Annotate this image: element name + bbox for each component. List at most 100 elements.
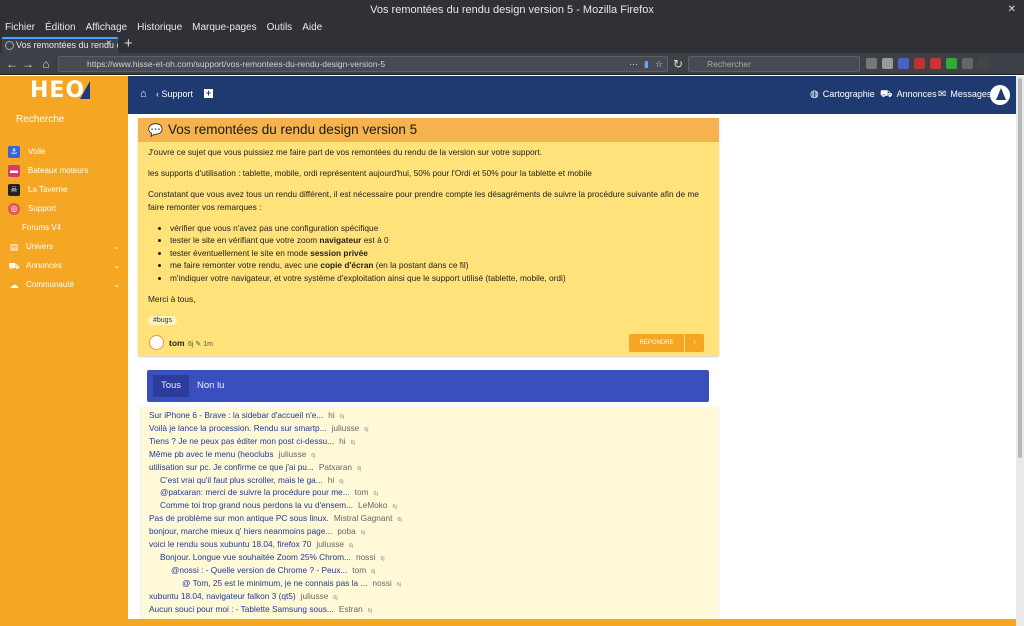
tab-unread[interactable]: Non lu	[197, 380, 224, 391]
list-item[interactable]: C'est vrai qu'il faut plus scroller, mai…	[160, 474, 343, 487]
list-item[interactable]: @patxaran: merci de suivre la procédure …	[160, 486, 378, 499]
reply-time: 6j	[380, 555, 385, 562]
scrollbar-thumb[interactable]	[1018, 78, 1022, 458]
extension-icon[interactable]	[946, 58, 957, 69]
menu-edition[interactable]: Édition	[45, 20, 76, 36]
extension-icon[interactable]	[914, 58, 925, 69]
sidebar-item-univers[interactable]: ▤ Univers ⌄	[8, 239, 126, 255]
list-item[interactable]: Pas de problème sur mon antique PC sous …	[149, 512, 402, 525]
univers-icon: ▤	[9, 242, 19, 252]
back-icon[interactable]: ←	[4, 56, 20, 72]
sidebar-item-la-taverne[interactable]: ☠ La Taverne	[8, 182, 126, 198]
extension-icon[interactable]	[978, 58, 989, 69]
reply-title: xubuntu 18.04, navigateur falkon 3 (qt5)	[149, 590, 296, 601]
reply-options-button[interactable]: ›	[685, 334, 704, 352]
forward-icon[interactable]: →	[20, 56, 36, 72]
avatar[interactable]	[149, 335, 164, 350]
sidebar-item-label: Annonces	[26, 261, 62, 270]
reply-title: Bonjour. Longue vue souhaitée Zoom 25% C…	[160, 551, 351, 562]
mail-icon: ✉	[938, 89, 947, 100]
reply-author: Patxaran	[318, 461, 353, 472]
list-item[interactable]: voici le rendu sous xubuntu 18.04, firef…	[149, 538, 353, 551]
reply-author: nossi	[372, 577, 392, 588]
reply-time: 6j	[371, 568, 376, 575]
window-titlebar: Vos remontées du rendu design version 5 …	[0, 0, 1024, 20]
user-avatar[interactable]	[990, 85, 1010, 105]
cartographie-link[interactable]: ◍ Cartographie	[810, 89, 875, 100]
messages-link[interactable]: ✉ Messages	[938, 89, 991, 100]
list-item[interactable]: bonjour, marche mieux q' hiers neanmoins…	[149, 525, 365, 538]
list-item: me faire remonter votre rendu, avec une …	[170, 259, 708, 272]
tab-close-button[interactable]: ×	[106, 38, 112, 49]
list-item[interactable]: Voilà je lance la procession. Rendu sur …	[149, 422, 369, 435]
reply-title: Même pb avec le menu (heoclubs	[149, 448, 274, 459]
extension-icon[interactable]	[898, 58, 909, 69]
flag-icon[interactable]: ▮	[644, 57, 649, 71]
sidebar-item-voile[interactable]: ⚓ Voile	[8, 144, 126, 160]
list-item[interactable]: Tiens ? Je ne peux pas éditer mon post c…	[149, 435, 355, 448]
list-item[interactable]: @ Tom, 25 est le minimum, je ne connais …	[182, 577, 401, 590]
reply-author: juliusse	[300, 590, 329, 601]
menu-aide[interactable]: Aide	[302, 20, 322, 36]
url-bar-actions: ··· ▮ ☆	[629, 57, 663, 71]
reply-author: LeMoko	[357, 500, 388, 511]
close-window-icon[interactable]: ✕	[1008, 0, 1016, 20]
breadcrumb-support: Support	[161, 89, 194, 99]
list-item[interactable]: Comme toi trop grand nous perdons la vu …	[160, 499, 397, 512]
new-topic-button[interactable]: +	[204, 89, 213, 98]
reply-button[interactable]: RÉPONDRE	[629, 334, 684, 352]
menu-marque-pages[interactable]: Marque-pages	[192, 20, 256, 36]
url-bar[interactable]: https://www.hisse-et-oh.com/support/vos-…	[58, 56, 668, 72]
sidebar-item-forums-v4[interactable]: Forums V4	[22, 220, 140, 236]
reply-author: Estran	[338, 603, 363, 614]
list-item[interactable]: @nossi : - Quelle version de Chrome ? - …	[171, 564, 375, 577]
sidebar-item-bateaux-moteurs[interactable]: ▬ Bateaux moteurs	[8, 163, 126, 179]
extension-icon[interactable]	[962, 58, 973, 69]
list-item[interactable]: Aucun souci pour moi : - Tablette Samsun…	[149, 603, 372, 616]
menu-affichage[interactable]: Affichage	[86, 20, 128, 36]
bookmark-star-icon[interactable]: ☆	[655, 57, 663, 71]
reply-title: Sur iPhone 6 - Brave : la sidebar d'accu…	[149, 410, 324, 420]
menu-fichier[interactable]: Fichier	[5, 20, 35, 36]
post-meta: 6j ✎ 1m	[188, 340, 213, 348]
browser-tab[interactable]: Vos remontées du rendu d	[2, 37, 118, 53]
tab-all[interactable]: Tous	[153, 375, 189, 397]
sidebar-item-communaute[interactable]: ☁ Communauté ⌄	[8, 277, 126, 293]
menu-historique[interactable]: Historique	[137, 20, 182, 36]
tag-badge[interactable]: #bugs	[148, 316, 178, 325]
new-tab-button[interactable]: +	[124, 36, 133, 52]
list-item[interactable]: Même pb avec le menu (heoclubs juliusse 6j	[149, 448, 315, 461]
reply-author: hi	[327, 474, 335, 485]
list-item: tester le site en vérifiant que votre zo…	[170, 234, 708, 247]
reply-author: Mistral Gagnant	[333, 513, 393, 524]
reload-icon[interactable]: ↻	[670, 56, 686, 72]
reply-author: tom	[354, 487, 369, 498]
search-bar[interactable]: Rechercher	[688, 56, 860, 72]
reply-time: 6j	[364, 426, 369, 433]
reply-author: hi	[339, 435, 346, 446]
sidebar-search[interactable]: Recherche	[16, 114, 64, 125]
extension-icon[interactable]	[882, 58, 893, 69]
post-author[interactable]: tom	[169, 338, 185, 348]
reply-author: juliusse	[278, 448, 307, 459]
home-icon[interactable]: ⌂	[38, 56, 54, 72]
list-item[interactable]: xubuntu 18.04, navigateur falkon 3 (qt5)…	[149, 590, 338, 603]
reply-author: juliusse	[316, 539, 345, 549]
extension-icon[interactable]	[866, 58, 877, 69]
sidebar-item-label: La Taverne	[28, 185, 68, 194]
list-item[interactable]: utilisation sur pc. Je confirme ce que j…	[149, 461, 361, 474]
comments-icon: 💬	[148, 123, 163, 137]
menu-outils[interactable]: Outils	[267, 20, 293, 36]
home-icon[interactable]: ⌂	[140, 88, 147, 100]
motorboat-icon: ▬	[8, 165, 20, 177]
sidebar-item-annonces[interactable]: ⛟ Annonces ⌄	[8, 258, 126, 274]
sail-icon	[80, 81, 90, 99]
list-item[interactable]: Bonjour. Longue vue souhaitée Zoom 25% C…	[160, 551, 385, 564]
annonces-link[interactable]: ⛟ Annonces	[880, 89, 937, 102]
extension-icon[interactable]	[930, 58, 941, 69]
site-logo[interactable]: HEO	[30, 79, 100, 103]
sidebar-item-support[interactable]: ◎ Support	[8, 201, 126, 217]
page-actions-icon[interactable]: ···	[629, 57, 638, 71]
list-item[interactable]: Sur iPhone 6 - Brave : la sidebar d'accu…	[149, 409, 344, 422]
breadcrumb[interactable]: ‹ Support	[156, 89, 193, 99]
